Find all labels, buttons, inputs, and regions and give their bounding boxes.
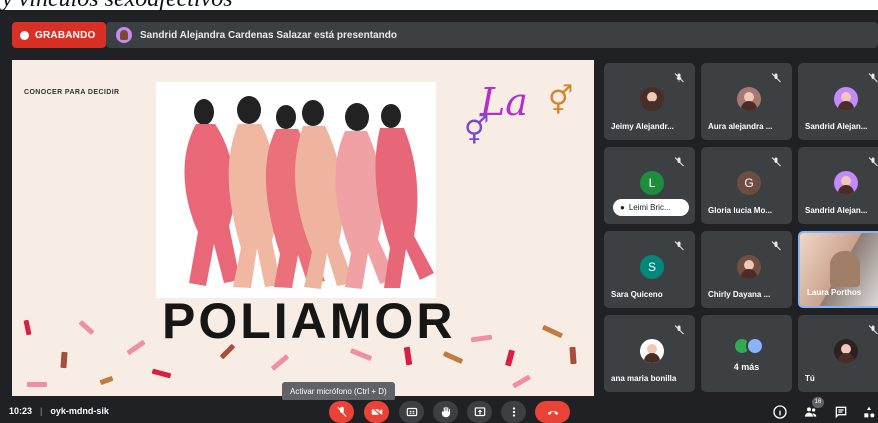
mic-off-icon [771,157,781,167]
participant-tile[interactable]: Aura alejandra ... [701,63,792,140]
participant-tile[interactable]: Chirly Dayana ... [701,231,792,308]
mic-off-icon [868,157,878,167]
meeting-details-button[interactable] [771,403,789,421]
google-meet-window: GRABANDO Sandrid Alejandra Cardenas Sala… [0,10,878,423]
slide-title: POLIAMOR [162,293,456,349]
participant-name-chip: ● Leimi Bric... [613,199,689,216]
mic-off-icon [868,325,878,335]
stack-avatar-blue [746,337,764,355]
hand-icon [441,406,450,418]
participant-video [830,251,860,287]
participant-avatar-stack [733,337,765,359]
speaker-icon: ● [620,203,625,212]
participant-tile[interactable]: L ● Leimi Bric... [604,147,695,224]
participant-tile[interactable]: ana maria bonilla [604,315,695,392]
participant-avatar [640,339,664,363]
participant-name: Gloria lucia Mo... [708,206,773,215]
mic-off-icon [674,325,684,335]
camera-off-icon [371,406,382,418]
participant-name: Sandrid Alejan... [805,206,868,215]
people-button[interactable] [802,403,820,421]
mic-off-icon [771,241,781,251]
participant-avatar [737,87,761,111]
participant-name: ana maria bonilla [611,374,677,383]
present-now-button[interactable] [467,401,492,423]
slide-illustration [156,82,436,298]
gender-symbol-icon-secondary: ⚥ [464,115,490,146]
participant-avatar [834,87,858,111]
more-participants-tile[interactable]: 4 más [701,315,792,392]
participant-tile[interactable]: S Sara Quiceno [604,231,695,308]
participant-name: Chirly Dayana ... [708,290,771,299]
more-options-button[interactable] [501,401,526,423]
recording-label: GRABANDO [35,29,96,41]
participant-initial-avatar: G [737,171,761,195]
participant-name: Aura alejandra ... [708,122,773,131]
activities-icon [864,406,875,418]
mic-off-icon [674,157,684,167]
raise-hand-button[interactable] [433,401,458,423]
people-embracing-illustration [184,96,434,289]
captions-icon [406,407,417,417]
meeting-separator: | [40,406,43,416]
top-bar: GRABANDO Sandrid Alejandra Cardenas Sala… [0,10,878,58]
meeting-details: 10:23 | oyk-mdnd-sik [9,406,109,416]
participant-tile[interactable]: Sandrid Alejan... [798,147,878,224]
participant-avatar [834,171,858,195]
more-participants-label: 4 más [733,362,760,372]
shared-presentation-slide: CONOCER PARA DECIDIR POLIAMOR La ⚥ ⚥ [12,60,594,396]
participant-name: Jeimy Alejandr... [611,122,674,131]
participant-tile[interactable]: Sandrid Alejan... [798,63,878,140]
info-icon [773,405,787,419]
mic-off-icon [674,241,684,251]
participant-initial-avatar: S [640,255,664,279]
mic-off-icon [771,73,781,83]
participant-name: Laura Porthos [807,288,862,297]
recording-badge[interactable]: GRABANDO [12,22,106,48]
present-icon [474,407,485,417]
people-icon [805,407,817,417]
participant-name: Sandrid Alejan... [805,122,868,131]
gender-symbol-icon: ⚥ [548,85,574,116]
activities-button[interactable] [860,403,878,421]
more-icon [512,407,515,417]
mic-off-icon [868,73,878,83]
end-call-icon [547,410,558,415]
self-participant-tile[interactable]: Tú [798,315,878,392]
participant-grid: Jeimy Alejandr... Aura alejandra ... San… [604,63,878,392]
camera-toggle-button[interactable] [364,401,389,423]
participant-avatar [737,255,761,279]
participant-avatar [640,87,664,111]
microphone-toggle-button[interactable] [329,401,354,423]
meeting-code: oyk-mdnd-sik [50,406,109,416]
participant-tile[interactable]: Jeimy Alejandr... [604,63,695,140]
meeting-time: 10:23 [9,406,33,416]
slide-kicker: CONOCER PARA DECIDIR [24,89,120,96]
meeting-controls-bar: 10:23 | oyk-mdnd-sik 16 [0,397,878,423]
participant-initial-avatar: L [640,171,664,195]
document-heading: y vinculos sexoafectivos [0,0,878,11]
chat-icon [835,406,847,419]
mic-off-icon [336,406,347,418]
participant-name: Tú [805,374,815,383]
participant-tile[interactable]: G Gloria lucia Mo... [701,147,792,224]
presentation-banner: Sandrid Alejandra Cardenas Salazar está … [106,22,878,48]
recording-dot-icon [20,30,29,40]
participant-video-tile[interactable]: Laura Porthos [798,231,878,308]
mic-off-icon [674,73,684,83]
leave-call-button[interactable] [535,401,570,423]
chat-button[interactable] [832,403,850,421]
presenting-label: Sandrid Alejandra Cardenas Salazar está … [140,29,397,41]
participant-name: Sara Quiceno [611,290,663,299]
presenter-avatar [116,27,132,43]
participant-avatar [834,339,858,363]
microphone-tooltip: Activar micrófono (Ctrl + D) [282,382,395,401]
captions-button[interactable] [399,401,424,423]
